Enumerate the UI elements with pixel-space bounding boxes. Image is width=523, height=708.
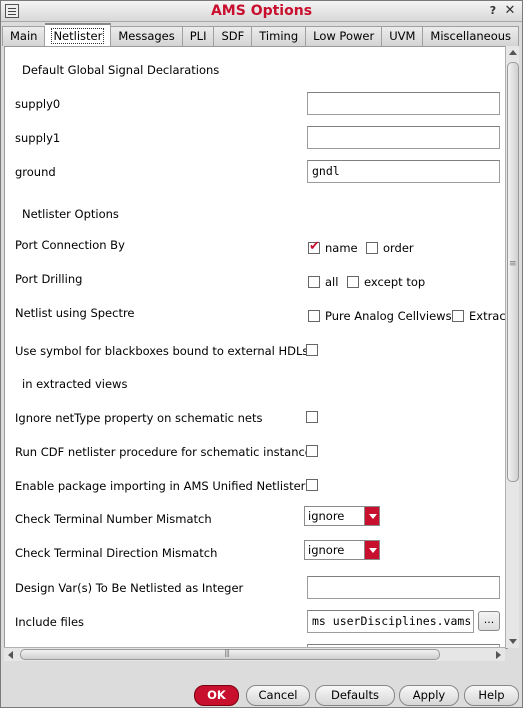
horizontal-scrollbar[interactable] xyxy=(4,647,505,661)
help-icon[interactable]: ? xyxy=(486,4,500,18)
ignore-nettype-checkbox[interactable] xyxy=(306,411,318,423)
supply0-label: supply0 xyxy=(15,97,61,111)
scroll-up-icon[interactable] xyxy=(506,46,520,60)
horizontal-scroll-thumb[interactable] xyxy=(20,648,440,660)
ams-options-window: AMS Options ? ✕ Main Netlister Messages … xyxy=(0,0,523,708)
tab-main[interactable]: Main xyxy=(2,26,46,46)
help-button[interactable]: Help xyxy=(464,685,519,706)
netlister-options-heading: Netlister Options xyxy=(22,207,119,221)
term-number-value: ignore xyxy=(308,509,345,523)
port-connection-name-checkbox[interactable] xyxy=(308,239,320,254)
run-cdf-checkbox[interactable] xyxy=(306,445,318,457)
supply1-field[interactable] xyxy=(307,126,500,149)
port-connection-order-label: order xyxy=(383,241,414,255)
include-files-field[interactable]: ms userDisciplines.vams xyxy=(307,610,474,633)
ok-button[interactable]: OK xyxy=(194,685,239,706)
extract-checkbox[interactable] xyxy=(452,310,464,322)
tab-messages[interactable]: Messages xyxy=(111,26,183,46)
supply1-label: supply1 xyxy=(15,131,61,145)
pure-analog-checkbox[interactable] xyxy=(308,310,320,322)
close-icon[interactable]: ✕ xyxy=(503,4,517,18)
run-cdf-label: Run CDF netlister procedure for schemati… xyxy=(15,445,312,459)
scroll-left-icon[interactable] xyxy=(4,648,18,662)
port-drilling-except-top-label: except top xyxy=(364,275,426,289)
chevron-down-icon[interactable] xyxy=(364,541,379,559)
port-connection-label: Port Connection By xyxy=(15,238,125,252)
scroll-down-icon[interactable] xyxy=(506,634,520,648)
port-drilling-except-top-checkbox[interactable] xyxy=(347,276,359,288)
netlist-spectre-label: Netlist using Spectre xyxy=(15,306,135,320)
supply0-field[interactable] xyxy=(307,92,500,115)
enable-package-checkbox[interactable] xyxy=(306,479,318,491)
vertical-scrollbar[interactable] xyxy=(505,46,519,648)
scroll-right-icon[interactable] xyxy=(491,648,505,662)
ignore-nettype-label: Ignore netType property on schematic net… xyxy=(15,411,263,425)
tab-netlister[interactable]: Netlister xyxy=(45,23,112,47)
defaults-button[interactable]: Defaults xyxy=(315,685,395,706)
term-direction-label: Check Terminal Direction Mismatch xyxy=(15,546,218,560)
term-direction-value: ignore xyxy=(308,543,345,557)
enable-package-label: Enable package importing in AMS Unified … xyxy=(15,479,306,493)
design-vars-field[interactable] xyxy=(307,576,500,599)
global-signals-heading: Default Global Signal Declarations xyxy=(22,63,220,77)
port-drilling-all-label: all xyxy=(325,275,339,289)
netlister-pane: Default Global Signal Declarations suppl… xyxy=(4,46,508,649)
pure-analog-label: Pure Analog Cellviews xyxy=(325,309,452,323)
include-files-label: Include files xyxy=(15,615,85,629)
term-number-label: Check Terminal Number Mismatch xyxy=(15,512,212,526)
tab-low-power[interactable]: Low Power xyxy=(306,26,383,46)
term-number-select[interactable]: ignore xyxy=(304,506,380,526)
tab-miscellaneous[interactable]: Miscellaneous xyxy=(423,26,520,46)
cancel-button[interactable]: Cancel xyxy=(246,685,310,706)
tab-timing[interactable]: Timing xyxy=(252,26,307,46)
ground-label: ground xyxy=(15,165,56,179)
include-files-browse-button[interactable]: ... xyxy=(478,611,500,631)
vertical-scroll-thumb[interactable] xyxy=(507,62,519,482)
tab-netlister-label: Netlister xyxy=(51,28,105,44)
ground-field[interactable]: gndl xyxy=(307,160,500,183)
port-connection-name-label: name xyxy=(325,241,358,255)
design-vars-label: Design Var(s) To Be Netlisted as Integer xyxy=(15,581,244,595)
tab-uvm[interactable]: UVM xyxy=(382,26,424,46)
extract-label: Extract xyxy=(469,309,508,323)
window-title: AMS Options xyxy=(210,3,313,19)
extracted-views-label: in extracted views xyxy=(22,377,128,391)
blackbox-symbol-label: Use symbol for blackboxes bound to exter… xyxy=(15,344,309,358)
tab-sdf[interactable]: SDF xyxy=(214,26,253,46)
port-connection-order-checkbox[interactable] xyxy=(366,242,378,254)
tab-bar: Main Netlister Messages PLI SDF Timing L… xyxy=(2,23,520,47)
title-bar[interactable]: AMS Options ? ✕ xyxy=(1,1,522,22)
chevron-down-icon[interactable] xyxy=(364,507,379,525)
blackbox-symbol-checkbox[interactable] xyxy=(306,344,318,356)
port-drilling-label: Port Drilling xyxy=(15,272,83,286)
apply-button[interactable]: Apply xyxy=(399,685,459,706)
tab-pli[interactable]: PLI xyxy=(182,26,215,46)
term-direction-select[interactable]: ignore xyxy=(304,540,380,560)
port-drilling-all-checkbox[interactable] xyxy=(308,276,320,288)
